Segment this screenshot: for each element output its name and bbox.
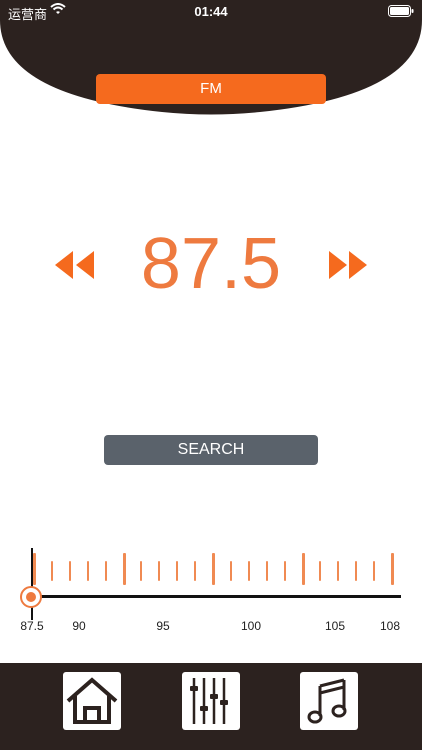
equalizer-tab-button[interactable] [182, 672, 240, 730]
seek-backward-icon[interactable] [54, 250, 96, 285]
scale-label: 87.5 [20, 619, 44, 633]
tuner-knob[interactable] [20, 586, 42, 608]
frequency-tuner[interactable]: 87.5 90 95 100 105 108 [0, 540, 422, 640]
scale-label: 90 [72, 619, 86, 633]
battery-icon [388, 5, 414, 20]
tuner-tick [301, 553, 305, 585]
fm-band-button[interactable]: FM [96, 74, 326, 104]
tuner-tick [158, 561, 161, 581]
tuner-tick [122, 553, 126, 585]
tuner-tick [319, 561, 322, 581]
tuner-needle [31, 548, 33, 620]
tuner-tick [194, 561, 197, 581]
tuner-tick [50, 561, 53, 581]
tuner-tick [104, 561, 107, 581]
tuner-tick [373, 561, 376, 581]
status-bar: 运营商 01:44 [0, 0, 422, 24]
tuner-tick [247, 561, 250, 581]
home-tab-button[interactable] [63, 672, 121, 730]
scale-label: 108 [379, 619, 401, 633]
equalizer-icon [190, 678, 228, 724]
tuner-track[interactable] [34, 595, 401, 598]
scale-label: 100 [240, 619, 262, 633]
tuner-tick [68, 561, 71, 581]
bottom-tab-bar [0, 663, 422, 750]
home-icon [66, 677, 118, 724]
frequency-row: 87.5 [0, 222, 422, 306]
tuner-tick [355, 561, 358, 581]
scale-label: 105 [324, 619, 346, 633]
tuner-tick [86, 561, 89, 581]
music-note-icon [307, 678, 347, 724]
status-time: 01:44 [194, 4, 228, 19]
tuner-tick [265, 561, 268, 581]
tuner-tick [391, 553, 394, 585]
tuner-tick [212, 553, 215, 585]
music-tab-button[interactable] [300, 672, 358, 730]
search-button[interactable]: SEARCH [104, 435, 318, 465]
tuner-tick [33, 553, 36, 585]
frequency-display: 87.5 [140, 224, 282, 304]
tuner-tick [140, 561, 143, 581]
tuner-tick [283, 561, 286, 581]
tuner-tick [337, 561, 340, 581]
seek-forward-icon[interactable] [327, 250, 369, 285]
tuner-tick [176, 561, 179, 581]
scale-label: 95 [156, 619, 170, 633]
tuner-tick [229, 561, 232, 581]
